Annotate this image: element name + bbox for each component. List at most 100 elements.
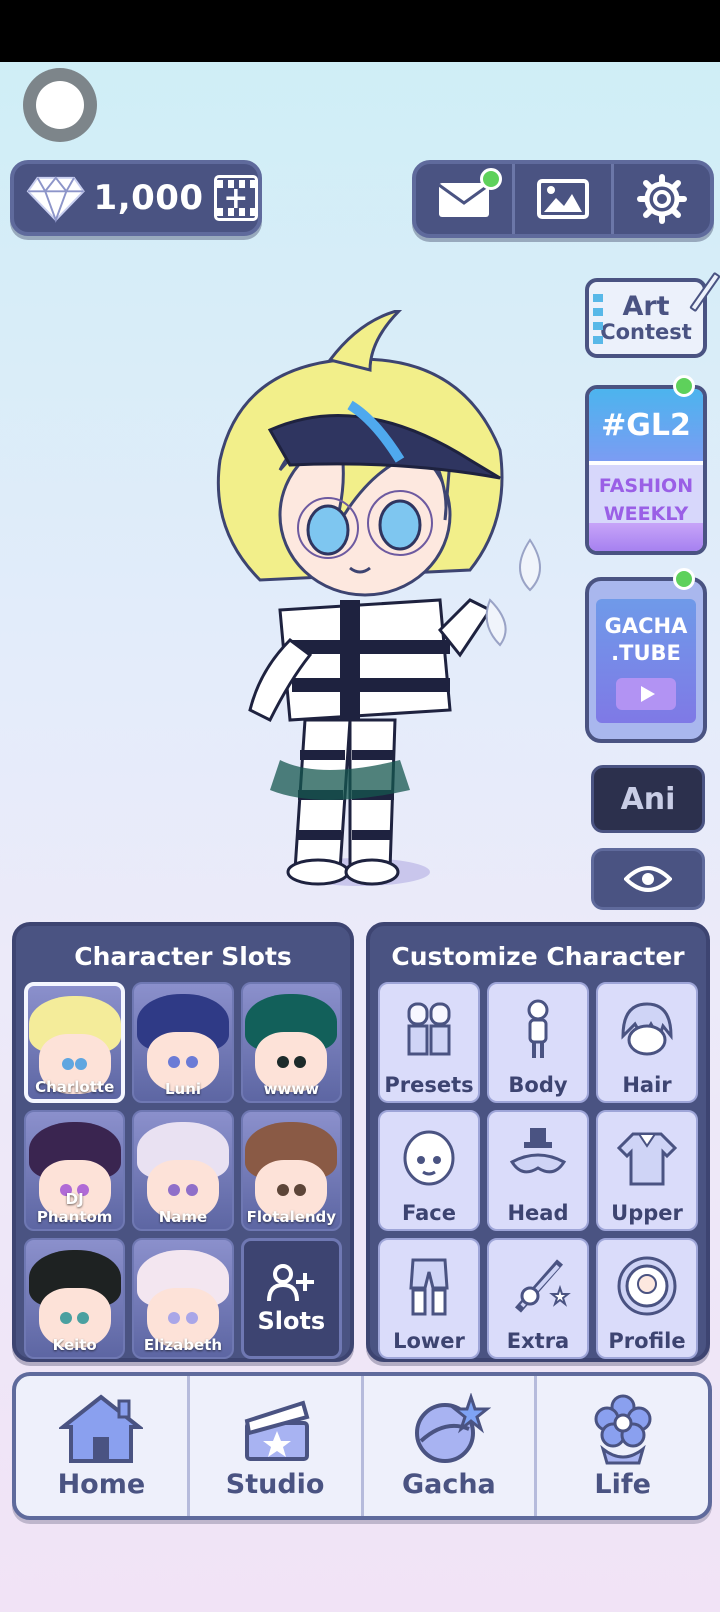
art-contest-label-1: Art xyxy=(622,290,670,322)
customize-title: Customize Character xyxy=(391,941,685,971)
extra-icon xyxy=(514,1258,571,1313)
customize-label: Profile xyxy=(608,1329,686,1353)
character-slot[interactable]: Charlotte xyxy=(24,982,126,1103)
flower-icon xyxy=(594,1394,652,1464)
slot-name: Charlotte xyxy=(35,1078,115,1096)
slot-name: Name xyxy=(158,1208,208,1226)
gear-icon xyxy=(637,174,687,224)
customize-profile-button[interactable]: Profile xyxy=(596,1238,698,1359)
eye-icon xyxy=(624,866,672,892)
fashion-label: FASHION xyxy=(598,475,694,497)
status-bar xyxy=(0,0,720,62)
nav-gacha-label: Gacha xyxy=(401,1468,496,1500)
nav-gacha[interactable]: Gacha xyxy=(360,1376,535,1516)
nav-life-label: Life xyxy=(594,1468,651,1500)
character-slot[interactable]: wwww xyxy=(240,982,342,1103)
customize-upper-button[interactable]: Upper xyxy=(596,1110,698,1231)
gacha-capsule-icon xyxy=(414,1392,491,1463)
slot-name: Elizabeth xyxy=(143,1336,223,1354)
fashion-weekly-button[interactable]: #GL2 FASHION WEEKLY xyxy=(585,385,707,555)
gallery-button[interactable] xyxy=(512,164,611,234)
floating-circle-button[interactable] xyxy=(23,68,97,142)
avatar-eye xyxy=(185,1184,198,1196)
slot-grid: Charlotte Luni wwww DJ Phantom Name Flotalend… xyxy=(22,980,344,1361)
diamond-icon xyxy=(26,176,85,223)
customize-presets-button[interactable]: Presets xyxy=(378,982,480,1103)
slot-name: Flotalendy xyxy=(246,1208,337,1226)
character-slot[interactable]: DJ Phantom xyxy=(24,1110,126,1231)
top-right-toolbar xyxy=(412,160,714,238)
mail-button[interactable] xyxy=(416,164,512,234)
character-slot[interactable]: Luni xyxy=(132,982,234,1103)
character-slots-title: Character Slots xyxy=(74,941,292,971)
character-slot[interactable]: Flotalendy xyxy=(240,1110,342,1231)
customize-grid: Presets Body Hair Face Head Upper Lower Extra Pr… xyxy=(376,980,700,1361)
watch-ad-film-icon[interactable]: + xyxy=(213,175,258,221)
nav-studio[interactable]: Studio xyxy=(186,1376,361,1516)
nav-life[interactable]: Life xyxy=(534,1376,708,1516)
avatar-eye xyxy=(62,1058,74,1070)
avatar-eye xyxy=(294,1056,306,1068)
gl2-tag: #GL2 xyxy=(589,389,703,465)
customize-label: Body xyxy=(508,1073,568,1097)
customize-lower-button[interactable]: Lower xyxy=(378,1238,480,1359)
customize-label: Head xyxy=(507,1201,569,1225)
profile-icon xyxy=(617,1256,677,1315)
customize-label: Presets xyxy=(384,1073,474,1097)
nav-home-label: Home xyxy=(57,1468,146,1500)
customize-hair-button[interactable]: Hair xyxy=(596,982,698,1103)
customize-label: Lower xyxy=(393,1329,465,1353)
ani-button[interactable]: Ani xyxy=(591,765,705,833)
settings-button[interactable] xyxy=(611,164,710,234)
pencil-icon xyxy=(689,271,720,313)
gacha-tube-button[interactable]: GACHA .TUBE xyxy=(585,577,707,743)
slot-name: DJ Phantom xyxy=(36,1190,113,1226)
play-icon xyxy=(616,677,676,710)
body-icon xyxy=(527,999,549,1058)
hair-icon xyxy=(621,1001,673,1055)
gacha-tube-notification-dot xyxy=(673,568,695,590)
art-contest-button[interactable]: Art Contest xyxy=(585,271,720,358)
avatar-eye xyxy=(60,1312,72,1324)
add-slots-label: Slots xyxy=(257,1306,326,1335)
gem-counter: 1,000 + xyxy=(10,160,262,236)
gacha-tube-label-2: .TUBE xyxy=(611,641,681,666)
avatar-eye xyxy=(185,1312,198,1324)
upper-icon xyxy=(616,1132,678,1185)
character-slot[interactable]: Keito xyxy=(24,1238,126,1359)
customize-extra-button[interactable]: Extra xyxy=(487,1238,589,1359)
clapperboard-icon xyxy=(244,1399,310,1461)
customize-head-button[interactable]: Head xyxy=(487,1110,589,1231)
customize-label: Upper xyxy=(611,1201,683,1225)
add-slots-button[interactable]: Slots xyxy=(240,1238,342,1359)
fashion-weekly-notification-dot xyxy=(673,375,695,397)
character-slots-panel: Character Slots Charlotte Luni wwww DJ Phan… xyxy=(12,922,354,1362)
avatar-eye xyxy=(185,1056,198,1068)
character-slot[interactable]: Name xyxy=(132,1110,234,1231)
character-preview[interactable] xyxy=(200,310,560,910)
notebook-rings-icon xyxy=(593,294,603,346)
art-contest-label-2: Contest xyxy=(600,320,692,345)
slot-name: Keito xyxy=(52,1336,97,1354)
mail-notification-dot xyxy=(480,168,502,190)
avatar-eye xyxy=(276,1184,289,1196)
customize-body-button[interactable]: Body xyxy=(487,982,589,1103)
eye-toggle-button[interactable] xyxy=(591,848,705,910)
head-icon xyxy=(509,1127,567,1173)
add-user-icon xyxy=(267,1263,315,1301)
lower-icon xyxy=(409,1258,449,1315)
character-slot[interactable]: Elizabeth xyxy=(132,1238,234,1359)
nav-studio-label: Studio xyxy=(225,1468,325,1500)
face-icon xyxy=(403,1130,455,1185)
nav-home[interactable]: Home xyxy=(16,1376,187,1516)
customize-label: Extra xyxy=(506,1329,570,1353)
slot-name: wwww xyxy=(263,1080,320,1098)
customize-label: Face xyxy=(402,1201,456,1225)
gacha-tube-label-1: GACHA xyxy=(604,614,688,638)
customize-panel: Customize Character Presets Body Hair Face H… xyxy=(366,922,710,1362)
avatar-eye xyxy=(294,1184,306,1196)
image-icon xyxy=(537,179,589,219)
avatar-eye xyxy=(276,1056,289,1068)
customize-face-button[interactable]: Face xyxy=(378,1110,480,1231)
slot-name: Luni xyxy=(164,1080,202,1098)
